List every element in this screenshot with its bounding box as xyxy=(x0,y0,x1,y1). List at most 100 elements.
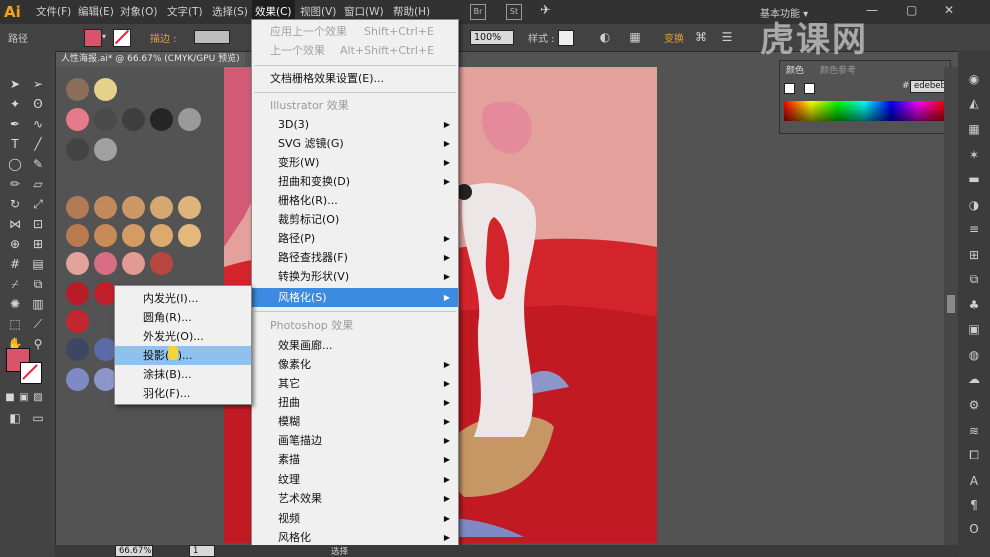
selection-tool-icon[interactable]: ➤ xyxy=(6,75,24,93)
menu-stylize[interactable]: 风格化(S) ▶ xyxy=(252,288,458,307)
gradient-mode-icon[interactable]: ▣ xyxy=(18,389,30,407)
menu-apply-last-effect[interactable]: 应用上一个效果 Shift+Ctrl+E xyxy=(252,22,458,41)
pathfinder-icon[interactable]: ⧉ xyxy=(966,271,982,287)
swatch-dot[interactable] xyxy=(66,78,89,101)
swatch-dot[interactable] xyxy=(94,196,117,219)
ellipse-tool-icon[interactable]: ◯ xyxy=(6,155,24,173)
none-swatch[interactable] xyxy=(784,83,795,94)
swatch-dot[interactable] xyxy=(178,196,201,219)
swatch-dot[interactable] xyxy=(66,282,89,305)
cc-libraries-icon[interactable]: ☁ xyxy=(966,371,982,387)
shape-builder-icon[interactable]: ⊕ xyxy=(6,235,24,253)
menu-3d[interactable]: 3D(3) ▶ xyxy=(252,115,458,134)
vertical-scrollbar[interactable] xyxy=(944,67,958,545)
swatch-dot[interactable] xyxy=(66,196,89,219)
menu-warp[interactable]: 变形(W) ▶ xyxy=(252,153,458,172)
menu-other[interactable]: 其它 ▶ xyxy=(252,374,458,393)
graph-icon[interactable]: ▥ xyxy=(29,295,47,313)
menu-file[interactable]: 文件(F) xyxy=(33,0,74,24)
eraser-icon[interactable]: ▱ xyxy=(29,175,47,193)
line-tool-icon[interactable]: ╱ xyxy=(29,135,47,153)
symbols-icon[interactable]: ♣ xyxy=(966,297,982,313)
swatch-dot[interactable] xyxy=(66,108,89,131)
menu-type[interactable]: 文字(T) xyxy=(164,0,206,24)
graphic-styles-icon[interactable]: ▣ xyxy=(966,321,982,337)
paintbrush-icon[interactable]: ✎ xyxy=(29,155,47,173)
stroke-panel-icon[interactable]: ≡ xyxy=(966,221,982,237)
color-panel-icon[interactable]: ◉ xyxy=(966,71,982,87)
menu-distort-transform[interactable]: 扭曲和变换(D) ▶ xyxy=(252,172,458,191)
transparency-icon[interactable]: ◑ xyxy=(966,197,982,213)
menu-artistic[interactable]: 艺术效果 ▶ xyxy=(252,489,458,508)
recolor-icon[interactable]: ◐ xyxy=(598,30,612,44)
opentype-icon[interactable]: O xyxy=(966,521,982,537)
none-mode-icon[interactable]: ▨ xyxy=(32,389,44,407)
swatch-dot[interactable] xyxy=(94,138,117,161)
swatch-dot[interactable] xyxy=(94,224,117,247)
gpu-icon[interactable]: ✈ xyxy=(540,3,551,18)
white-swatch[interactable] xyxy=(804,83,815,94)
chevron-down-icon[interactable]: ▾ xyxy=(102,32,106,41)
swatch-dot[interactable] xyxy=(66,368,89,391)
pencil-icon[interactable]: ✏ xyxy=(6,175,24,193)
blend-icon[interactable]: ⧉ xyxy=(29,275,47,293)
stroke-weight-field[interactable] xyxy=(194,30,230,44)
color-guide-icon[interactable]: ◭ xyxy=(966,95,982,111)
lasso-icon[interactable]: ʘ xyxy=(29,95,47,113)
menu-rasterize[interactable]: 栅格化(R)... xyxy=(252,191,458,210)
rotate-icon[interactable]: ↻ xyxy=(6,195,24,213)
menu-convert-to-shape[interactable]: 转换为形状(V) ▶ xyxy=(252,267,458,286)
swatch-dot[interactable] xyxy=(94,108,117,131)
stroke-color-box[interactable] xyxy=(20,362,42,384)
align-panel-icon[interactable]: ⊞ xyxy=(966,247,982,263)
swatch-dot[interactable] xyxy=(94,252,117,275)
mesh-icon[interactable]: # xyxy=(6,255,24,273)
zoom-icon[interactable]: ⚲ xyxy=(29,335,47,353)
swatch-dot[interactable] xyxy=(66,310,89,333)
screen-mode-icon[interactable]: ▭ xyxy=(29,409,47,427)
submenu-round-corners[interactable]: 圆角(R)... xyxy=(115,308,251,327)
stock-icon[interactable]: St xyxy=(506,4,522,20)
swatch-dot[interactable] xyxy=(66,224,89,247)
scale-icon[interactable]: ⤢ xyxy=(29,195,47,213)
artboards-icon[interactable]: ⧠ xyxy=(966,447,982,463)
layers-icon[interactable]: ≋ xyxy=(966,423,982,439)
transform-label[interactable]: 变换 xyxy=(664,30,684,45)
menu-last-effect[interactable]: 上一个效果 Alt+Shift+Ctrl+E xyxy=(252,41,458,60)
draw-mode-icon[interactable]: ◧ xyxy=(6,409,24,427)
image-trace-icon[interactable]: ⚙ xyxy=(966,397,982,413)
swatch-dot[interactable] xyxy=(150,252,173,275)
slice-icon[interactable]: ⟋ xyxy=(29,315,47,333)
swatch-dot[interactable] xyxy=(178,224,201,247)
style-swatch[interactable] xyxy=(558,30,574,46)
menu-pixelate[interactable]: 像素化 ▶ xyxy=(252,355,458,374)
swatch-dot[interactable] xyxy=(178,108,201,131)
gradient-panel-icon[interactable]: ▬ xyxy=(966,171,982,187)
swatch-dot[interactable] xyxy=(150,108,173,131)
submenu-inner-glow[interactable]: 内发光(I)... xyxy=(115,289,251,308)
align-icon[interactable]: ▦ xyxy=(628,30,642,44)
brushes-icon[interactable]: ✶ xyxy=(966,147,982,163)
menu-raster-settings[interactable]: 文档栅格效果设置(E)... xyxy=(252,69,458,88)
tab-color[interactable]: 颜色 xyxy=(786,63,804,76)
artboard-icon[interactable]: ⬚ xyxy=(6,315,24,333)
type-tool-icon[interactable]: T xyxy=(6,135,24,153)
swatches-icon[interactable]: ▦ xyxy=(966,121,982,137)
tab-color-guide[interactable]: 颜色参考 xyxy=(820,63,856,76)
page-field[interactable]: 1 xyxy=(189,545,215,557)
hex-input[interactable]: edebeb xyxy=(910,80,946,93)
pen-tool-icon[interactable]: ✒ xyxy=(6,115,24,133)
swatch-dot[interactable] xyxy=(122,196,145,219)
isolate-icon[interactable]: ⌘ xyxy=(694,30,708,44)
swatch-dot[interactable] xyxy=(122,252,145,275)
menu-effect-gallery[interactable]: 效果画廊... xyxy=(252,336,458,355)
menu-object[interactable]: 对象(O) xyxy=(117,0,160,24)
zoom-field[interactable]: 66.67% xyxy=(115,545,153,557)
free-transform-icon[interactable]: ⊡ xyxy=(29,215,47,233)
fill-swatch[interactable] xyxy=(84,29,102,47)
menu-edit[interactable]: 编辑(E) xyxy=(75,0,117,24)
perspective-icon[interactable]: ⊞ xyxy=(29,235,47,253)
swatch-dot[interactable] xyxy=(150,196,173,219)
submenu-outer-glow[interactable]: 外发光(O)... xyxy=(115,327,251,346)
swatch-dot[interactable] xyxy=(66,252,89,275)
